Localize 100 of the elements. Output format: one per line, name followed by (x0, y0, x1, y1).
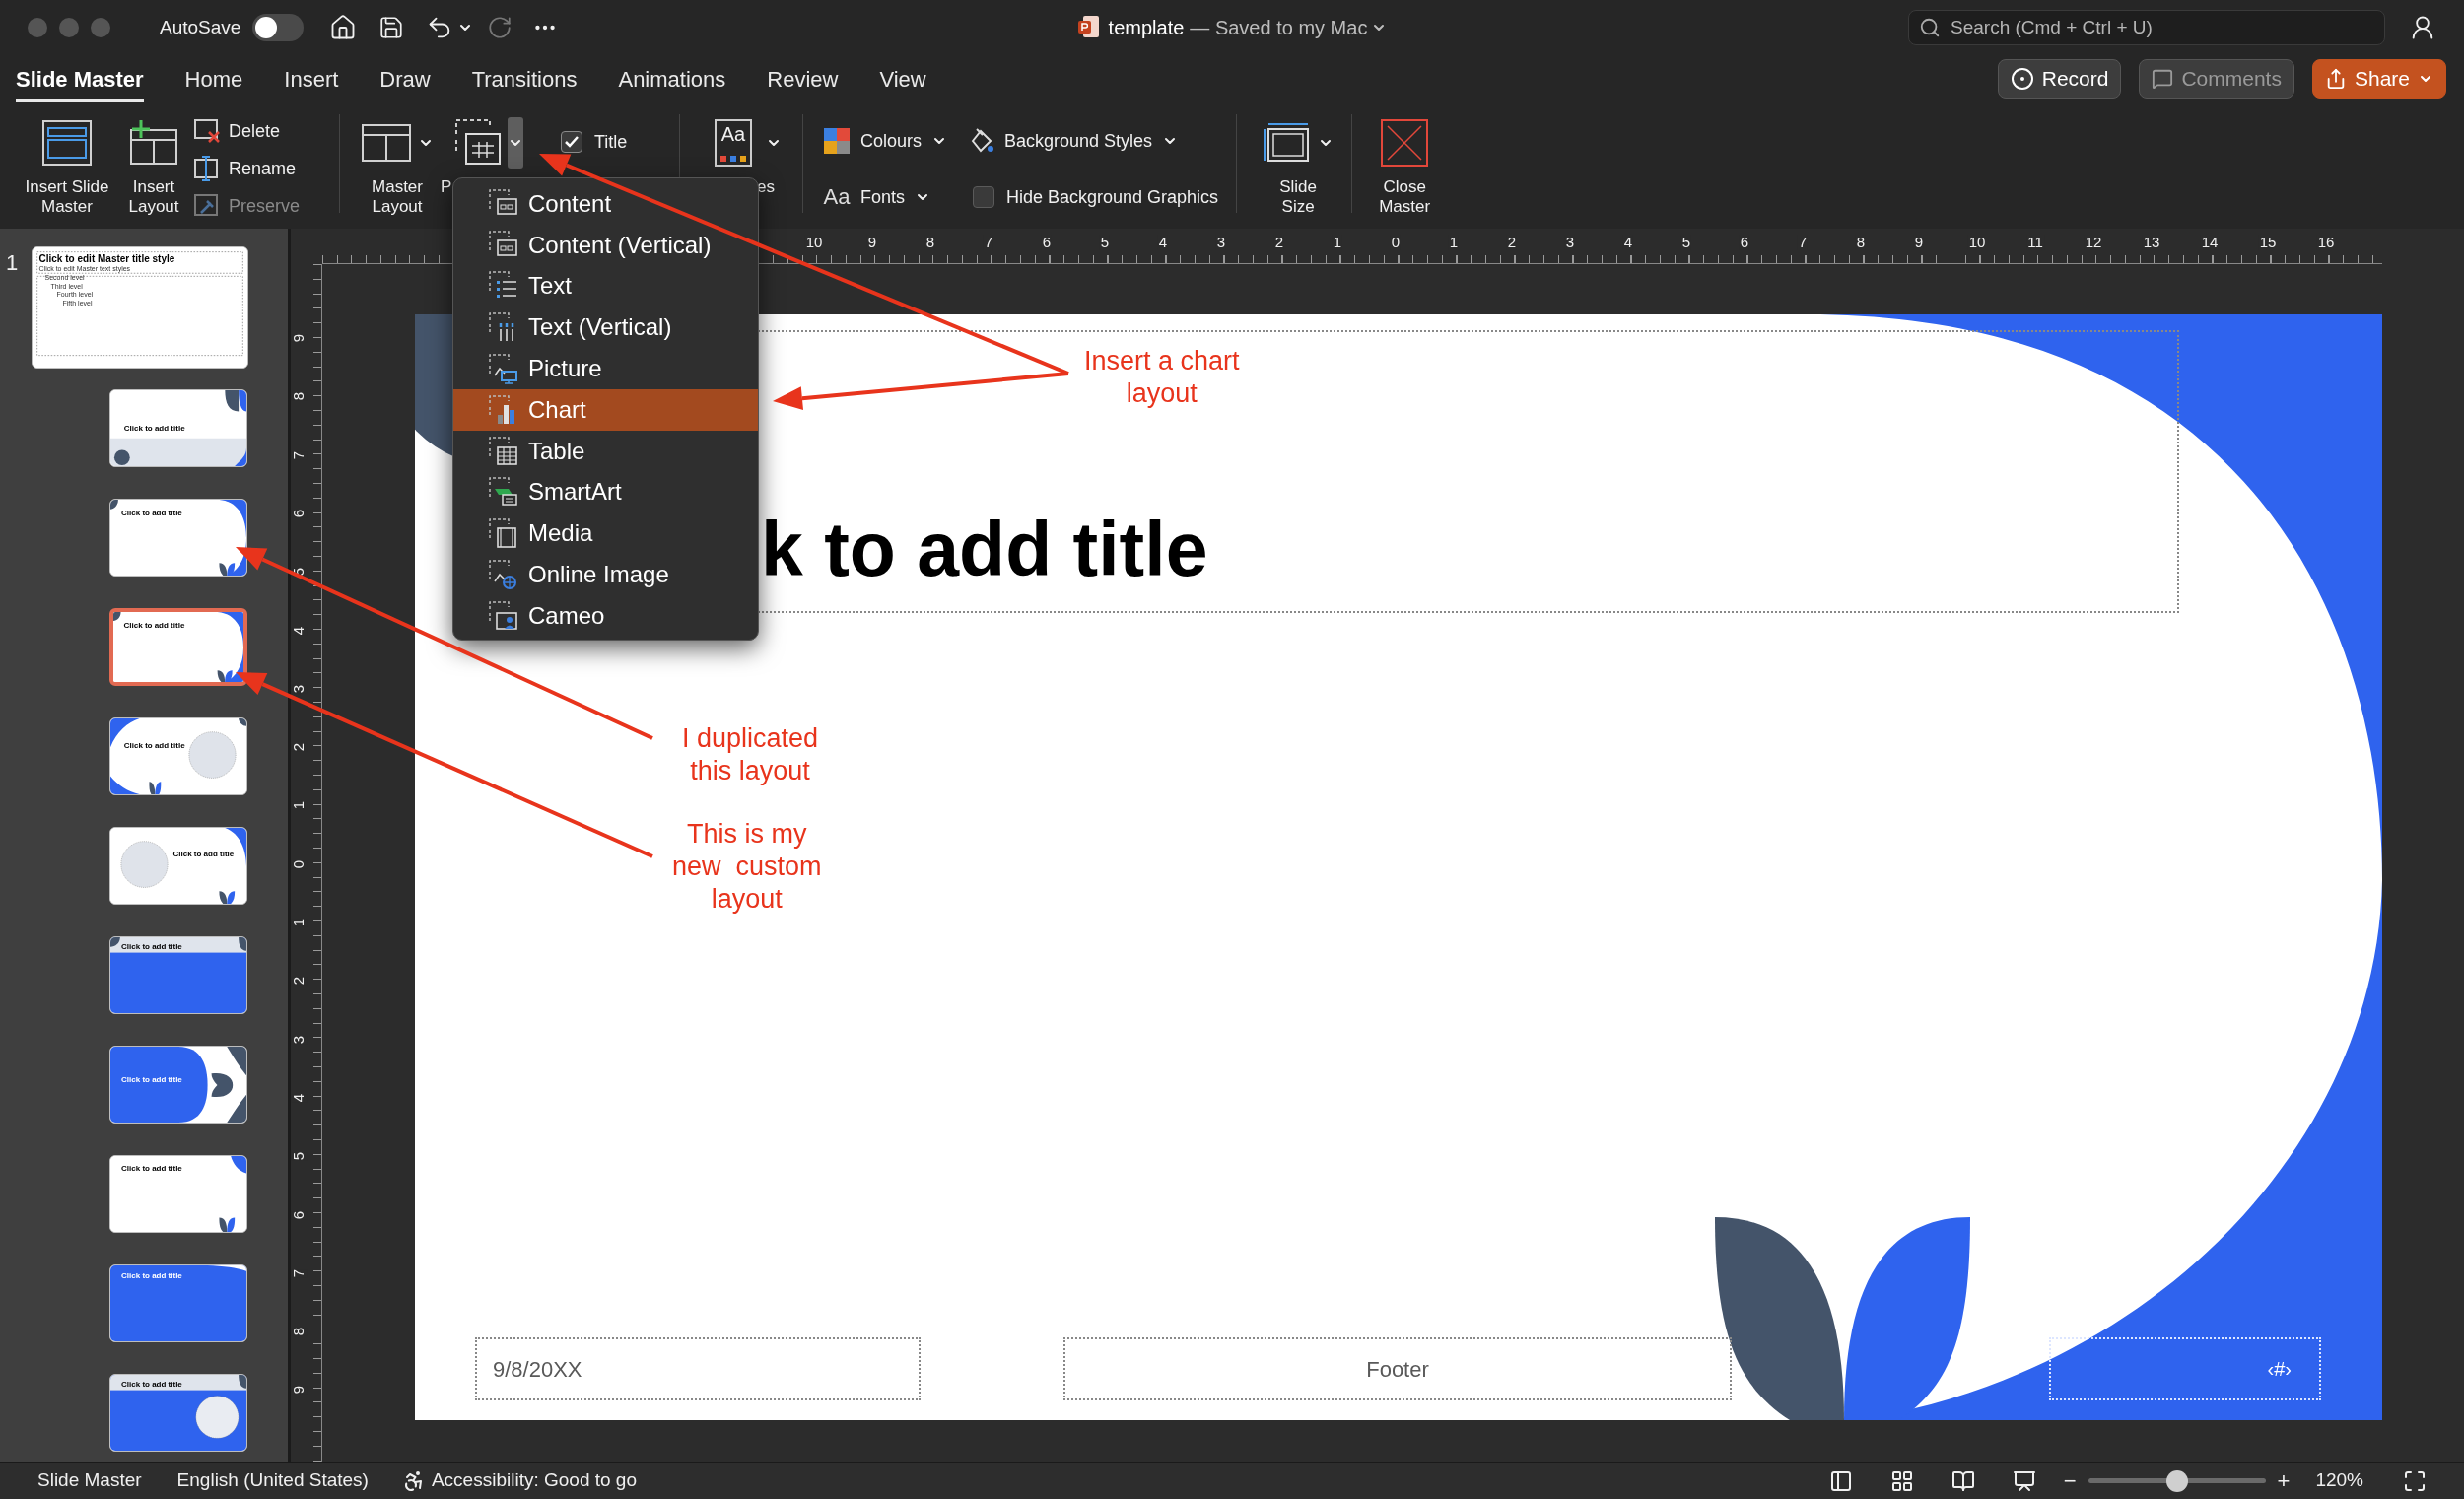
slide-thumbnail[interactable]: Click to add title (109, 1155, 247, 1233)
delete-icon (193, 118, 221, 144)
hide-background-graphics-label: Hide Background Graphics (1006, 187, 1219, 207)
slide-thumbnail[interactable]: Click to add title (109, 827, 247, 905)
ruler-number: 5 (1099, 235, 1111, 250)
thumbnail-title: Click to add title (123, 741, 185, 751)
autosave-toggle[interactable] (252, 14, 305, 41)
checkbox[interactable] (973, 186, 994, 208)
ribbon-tab[interactable]: Insert (284, 55, 339, 102)
ribbon-tab[interactable]: Review (767, 55, 839, 102)
check-icon (564, 135, 580, 149)
ruler-number: 15 (2258, 235, 2278, 250)
save-icon[interactable] (378, 15, 405, 40)
slide-thumbnail[interactable]: Click to add title (109, 389, 247, 467)
autosave-label: AutoSave (160, 15, 241, 39)
title-checkbox-label: Title (594, 132, 628, 152)
slide-thumbnail[interactable]: Click to add title (109, 1264, 247, 1342)
colours-button[interactable]: Colours (823, 127, 967, 155)
slide-thumbnail[interactable]: Click to add title (109, 936, 247, 1014)
redo-icon[interactable] (487, 15, 513, 40)
ruler-number: 9 (866, 235, 878, 250)
search-icon (1919, 17, 1941, 38)
insert-master-button[interactable]: Insert Slide Master (10, 114, 124, 217)
zoom-out-button[interactable]: − (2063, 1465, 2077, 1497)
zoom-level[interactable]: 120% (2315, 1466, 2363, 1495)
view-name: Slide Master (37, 1468, 142, 1493)
date-placeholder[interactable]: 9/8/20XX (475, 1337, 921, 1400)
slide-thumbnail[interactable]: Click to add title (109, 499, 247, 577)
insert-layout-button[interactable]: Insert Layout (124, 114, 183, 217)
menu-item[interactable]: Chart (453, 389, 758, 431)
language[interactable]: English (United States) (176, 1466, 369, 1495)
master-layout-button[interactable]: Master Layout (358, 114, 437, 217)
slide-number-placeholder[interactable]: ‹#› (2049, 1337, 2321, 1400)
record-button[interactable]: Record (1997, 59, 2122, 99)
document-title: template (1108, 16, 1185, 40)
zoom-in-button[interactable]: + (2277, 1465, 2291, 1497)
thumbnail-title: Click to add title (121, 1271, 182, 1281)
ruler-number: 1 (1332, 235, 1343, 250)
ruler-number: 3 (1564, 235, 1576, 250)
ribbon-tab[interactable]: Slide Master (16, 55, 144, 102)
slide-number: 1 (5, 249, 20, 277)
cameo-placeholder-icon (487, 598, 520, 633)
slide-size-button[interactable]: Slide Size (1261, 114, 1336, 217)
menu-item[interactable]: Content (Vertical) (453, 224, 758, 266)
ruler-number: 8 (1855, 235, 1867, 250)
slide-thumbnail[interactable]: Click to add title (109, 1374, 247, 1452)
ruler-number: 6 (1041, 235, 1053, 250)
reading-view-icon[interactable] (1951, 1468, 1975, 1493)
menu-item[interactable]: Text (453, 265, 758, 307)
ruler-number: 10 (804, 235, 824, 250)
slide-thumbnail[interactable]: Click to add title (109, 1046, 247, 1124)
slideshow-icon[interactable] (2012, 1468, 2036, 1493)
preserve-icon (193, 193, 221, 219)
close-master-button[interactable]: Close Master (1372, 114, 1438, 217)
picture-placeholder-icon (487, 352, 520, 386)
accessibility-status[interactable]: Accessibility: Good to go (431, 1466, 637, 1495)
slide-thumbnail[interactable]: Click to add title (109, 608, 247, 686)
thumbnail-title: Click to add title (123, 620, 185, 631)
ruler-number: 9 (1913, 235, 1925, 250)
footer-placeholder[interactable]: Footer (1063, 1337, 1732, 1400)
ribbon-tab[interactable]: View (879, 55, 926, 102)
thumbnail-title: Click to add title (121, 509, 182, 518)
slide-thumbnail[interactable]: Click to add title (109, 717, 247, 795)
ribbon-tab[interactable]: Home (184, 55, 243, 102)
slider-thumb[interactable] (2165, 1469, 2188, 1492)
share-button[interactable]: Share (2311, 59, 2446, 99)
ruler-number: 7 (983, 235, 994, 250)
colours-icon (823, 127, 851, 155)
ruler-number: 5 (1680, 235, 1692, 250)
thumbnail-title: Click to edit Master title style (38, 253, 175, 266)
rename-button[interactable]: Rename (193, 150, 321, 187)
comment-icon (2152, 68, 2174, 90)
zoom-slider[interactable] (2088, 1468, 2266, 1493)
checkbox[interactable] (561, 131, 582, 153)
fit-to-window-icon[interactable] (2403, 1468, 2427, 1493)
thumbnail-title: Click to add title (121, 1075, 182, 1085)
ribbon-tab[interactable]: Animations (618, 55, 726, 102)
menu-item[interactable]: Content (453, 183, 758, 225)
ribbon-tab[interactable]: Transitions (471, 55, 578, 102)
search-field[interactable]: Search (Cmd + Ctrl + U) (1908, 10, 2385, 45)
ruler-number: 6 (1739, 235, 1750, 250)
ruler-number: 16 (2316, 235, 2336, 250)
insert-layout-icon (127, 118, 180, 168)
annotation-text: Insert a chart layout (1084, 345, 1240, 410)
close-icon (1380, 118, 1430, 168)
delete-button[interactable]: Delete (193, 112, 321, 150)
fonts-button[interactable]: Aa Fonts (823, 187, 967, 207)
thumbnail-title: Click to add title (121, 1163, 182, 1174)
ruler-number: 12 (2084, 235, 2103, 250)
grid-view-icon[interactable] (1889, 1468, 1914, 1493)
background-styles-button[interactable]: Background Styles (967, 127, 1179, 155)
ruler-number: 7 (1797, 235, 1809, 250)
placeholder-icon (454, 118, 504, 168)
thumbnail-title: Click to add title (172, 849, 235, 859)
ruler-number: 3 (1215, 235, 1227, 250)
ruler-number: 4 (1622, 235, 1634, 250)
ribbon-tab[interactable]: Draw (379, 55, 431, 102)
annotation-text: This is my new custom layout (672, 818, 822, 916)
ruler-number: 11 (2026, 235, 2044, 250)
normal-view-icon[interactable] (1828, 1468, 1853, 1493)
